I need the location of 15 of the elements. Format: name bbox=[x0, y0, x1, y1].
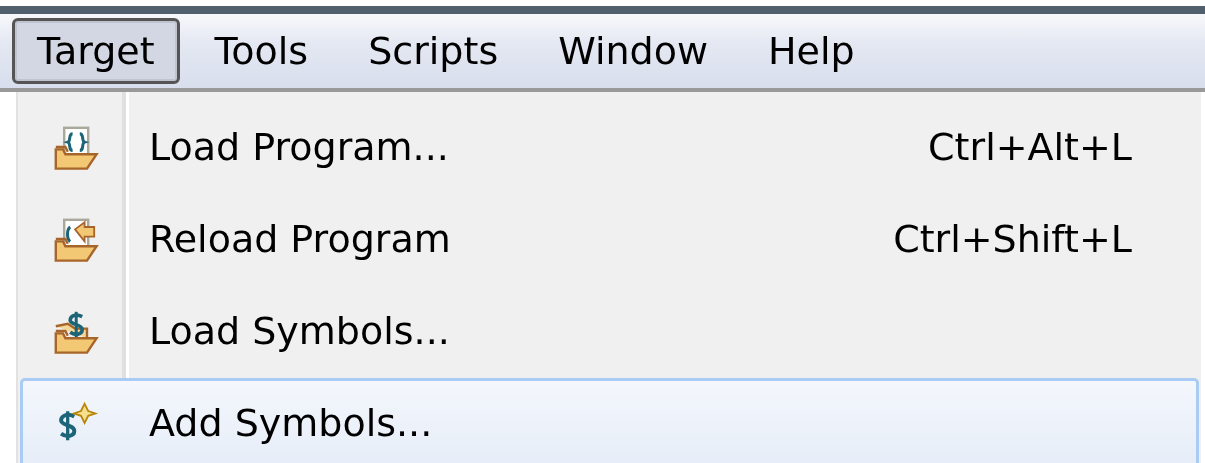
menu-item-label: Load Symbols... bbox=[148, 309, 451, 353]
menu-item-label: Load Program... bbox=[148, 125, 450, 169]
menu-item[interactable]: Load Symbols... bbox=[20, 286, 1199, 376]
menu-bar-item[interactable]: Window bbox=[533, 18, 734, 84]
menu-bar-item[interactable]: Tools bbox=[189, 18, 334, 84]
menu-item[interactable]: Reload Program Ctrl+Shift+L bbox=[20, 194, 1199, 284]
menu-bar-item[interactable]: Help bbox=[743, 18, 880, 84]
menu-item[interactable]: Load Program... Ctrl+Alt+L bbox=[20, 102, 1199, 192]
menu-item[interactable]: Add Symbols... bbox=[20, 378, 1199, 463]
menu-bar-item[interactable]: Target bbox=[12, 18, 180, 84]
menu-item-label: Add Symbols... bbox=[148, 401, 434, 445]
menu-item-label: Reload Program bbox=[148, 217, 452, 261]
menu-bar-item[interactable]: Scripts bbox=[343, 18, 524, 84]
shortcut-text: Ctrl+Alt+L bbox=[928, 125, 1133, 169]
shortcut-text: Ctrl+Shift+L bbox=[893, 217, 1133, 261]
